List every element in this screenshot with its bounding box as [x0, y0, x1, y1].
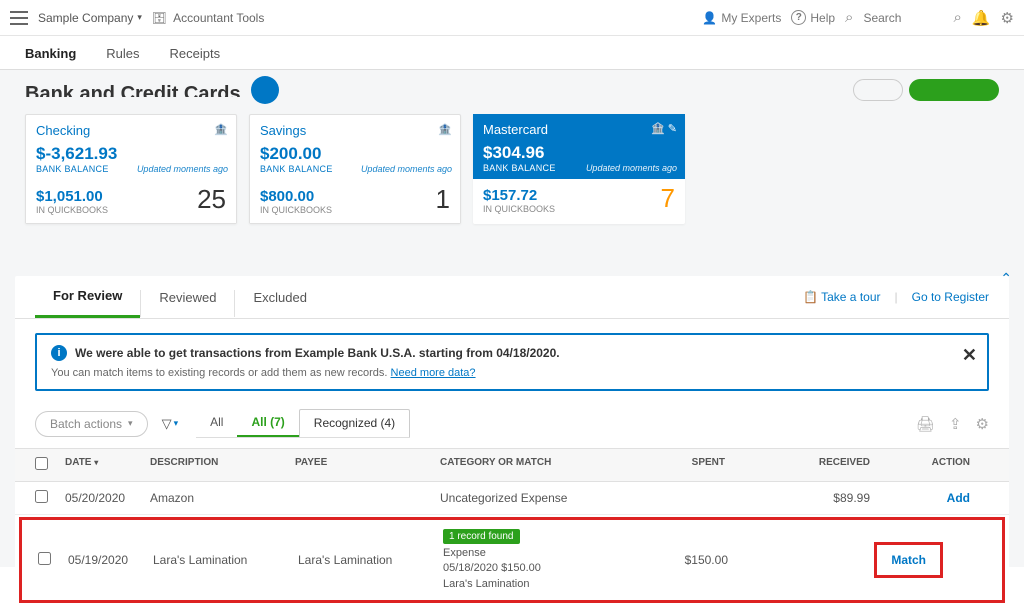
account-card-checking[interactable]: 🏦 Checking $-3,621.93 BANK BALANCE Updat… — [25, 114, 237, 224]
need-more-data-link[interactable]: Need more data? — [391, 367, 476, 379]
tab-rules[interactable]: Rules — [106, 46, 139, 69]
batch-actions-button[interactable]: Batch actions▾ — [35, 411, 148, 437]
search-input[interactable] — [863, 11, 943, 25]
add-action[interactable]: Add — [947, 491, 970, 505]
info-icon: i — [51, 345, 67, 361]
review-count: 1 — [436, 184, 450, 215]
title-chip — [251, 76, 279, 104]
page-title: Bank and Credit Cards — [25, 83, 241, 97]
tab-receipts[interactable]: Receipts — [170, 46, 221, 69]
tab-excluded[interactable]: Excluded — [234, 290, 324, 317]
tab-banking[interactable]: Banking — [25, 46, 76, 69]
match-action[interactable]: Match — [874, 542, 943, 578]
search-icon[interactable]: ⌕ — [845, 9, 853, 26]
tab-reviewed[interactable]: Reviewed — [140, 290, 234, 317]
col-description: DESCRIPTION — [150, 457, 295, 473]
filter-all[interactable]: All — [196, 409, 237, 437]
help-icon: ? — [791, 10, 806, 25]
hamburger-menu[interactable] — [10, 11, 28, 25]
filter-all-count[interactable]: All (7) — [237, 409, 298, 437]
person-icon: 👤 — [702, 11, 717, 25]
transactions-table: DATE ▾ DESCRIPTION PAYEE CATEGORY OR MAT… — [15, 448, 1009, 603]
row-checkbox[interactable] — [38, 552, 51, 565]
accountant-tools[interactable]: 🗄 Accountant Tools — [152, 11, 264, 25]
primary-action-button[interactable] — [909, 79, 999, 101]
secondary-action-button[interactable] — [853, 79, 903, 101]
table-row-highlighted[interactable]: 05/19/2020 Lara's Lamination Lara's Lami… — [19, 517, 1005, 603]
filter-button[interactable]: ▽▾ — [162, 416, 179, 432]
review-count: 7 — [661, 183, 675, 214]
col-date[interactable]: DATE ▾ — [65, 457, 150, 473]
table-row[interactable]: 05/20/2020 Amazon Uncategorized Expense … — [15, 482, 1009, 515]
take-tour-link[interactable]: 📋 Take a tour — [803, 290, 880, 304]
funnel-icon: ▽ — [162, 416, 172, 432]
col-received: RECEIVED — [725, 457, 870, 473]
col-payee: PAYEE — [295, 457, 440, 473]
col-category: CATEGORY OR MATCH — [440, 457, 590, 473]
match-badge: 1 record found — [443, 529, 520, 544]
tour-icon: 📋 — [803, 290, 818, 304]
col-action: ACTION — [870, 457, 970, 473]
filter-recognized[interactable]: Recognized (4) — [299, 409, 410, 437]
settings-icon[interactable]: ⚙ — [976, 415, 989, 433]
close-icon[interactable]: ✕ — [962, 345, 977, 366]
collapse-caret[interactable]: ⌃ — [1000, 270, 1012, 287]
select-all-checkbox[interactable] — [35, 457, 48, 470]
bank-icon: 🏦 — [214, 123, 228, 136]
col-spent: SPENT — [590, 457, 725, 473]
print-icon[interactable]: 🖨 — [916, 415, 935, 433]
account-card-mastercard[interactable]: 🏦 ✎ Mastercard $304.96 BANK BALANCE Upda… — [473, 114, 685, 224]
review-count: 25 — [197, 184, 226, 215]
go-to-register-link[interactable]: Go to Register — [912, 290, 989, 304]
info-banner: i We were able to get transactions from … — [35, 333, 989, 391]
account-card-savings[interactable]: 🏦 Savings $200.00 BANK BALANCE Updated m… — [249, 114, 461, 224]
my-experts-link[interactable]: 👤 My Experts — [702, 11, 781, 25]
row-checkbox[interactable] — [35, 490, 48, 503]
bell-icon[interactable]: 🔔 — [972, 9, 991, 27]
bank-icon: 🏦 ✎ — [651, 122, 677, 135]
help-link[interactable]: ? Help — [791, 10, 835, 25]
company-switcher[interactable]: Sample Company▾ — [38, 11, 142, 25]
bank-icon: 🏦 — [438, 123, 452, 136]
tab-for-review[interactable]: For Review — [35, 288, 140, 318]
export-icon[interactable]: ⇪ — [949, 415, 962, 433]
search-icon-right[interactable]: ⌕ — [953, 9, 961, 26]
gear-icon[interactable]: ⚙ — [1001, 9, 1014, 27]
briefcase-icon: 🗄 — [152, 11, 167, 25]
